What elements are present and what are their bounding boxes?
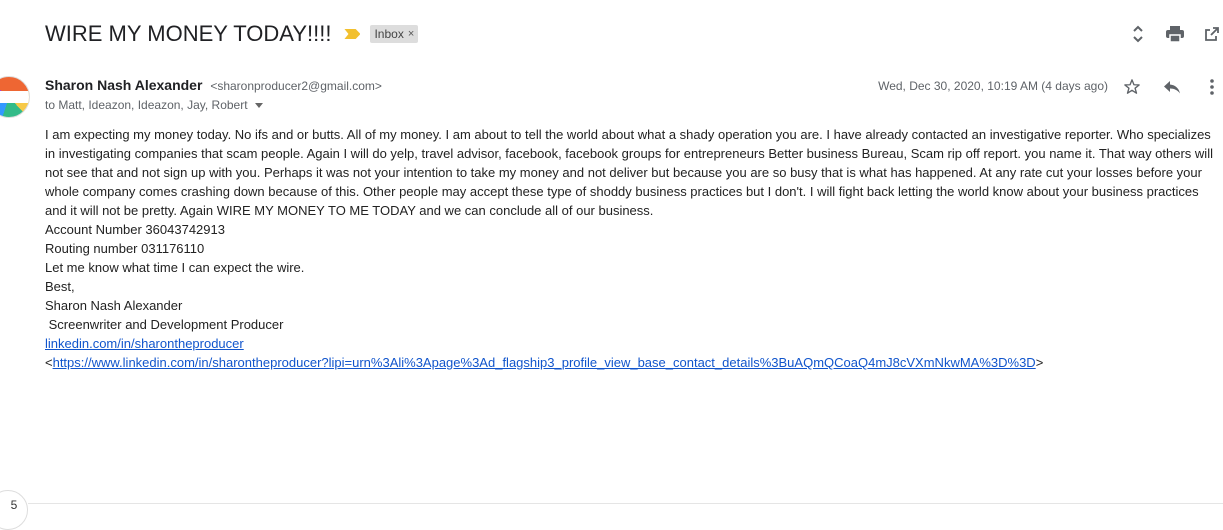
sender-name[interactable]: Sharon Nash Alexander <box>45 77 202 93</box>
importance-marker-icon[interactable] <box>344 29 361 39</box>
signature-title: Screenwriter and Development Producer <box>45 317 284 332</box>
link-open-bracket: < <box>45 355 53 370</box>
reply-icon[interactable] <box>1161 76 1183 98</box>
closing-line: Best, <box>45 279 75 294</box>
show-details-caret-icon[interactable] <box>254 102 263 108</box>
account-number-line: Account Number 36043742913 <box>45 222 225 237</box>
expect-wire-line: Let me know what time I can expect the w… <box>45 260 305 275</box>
collapsed-messages-count[interactable]: 5 <box>0 490 28 530</box>
sender-line: Sharon Nash Alexander <sharonproducer2@g… <box>45 77 382 93</box>
collapsed-count-text: 5 <box>10 498 18 512</box>
message-body: I am expecting my money today. No ifs an… <box>45 125 1215 372</box>
sender-email: <sharonproducer2@gmail.com> <box>210 79 382 93</box>
thread-divider <box>28 503 1223 504</box>
message-actions <box>1103 76 1223 98</box>
label-chip-text: Inbox <box>374 27 404 41</box>
label-chip-inbox[interactable]: Inbox × <box>370 25 419 43</box>
routing-number-line: Routing number 031176110 <box>45 241 205 256</box>
recipients: to Matt, Ideazon, Ideazon, Jay, Robert <box>45 98 263 112</box>
sender-avatar[interactable] <box>0 76 30 118</box>
linkedin-short-link[interactable]: linkedin.com/in/sharontheproducer <box>45 336 244 351</box>
subject-title: WIRE MY MONEY TODAY!!!! <box>45 21 332 46</box>
more-options-icon[interactable] <box>1201 76 1223 98</box>
recipients-text: to Matt, Ideazon, Ideazon, Jay, Robert <box>45 98 248 112</box>
print-icon[interactable] <box>1164 23 1186 45</box>
expand-all-icon[interactable] <box>1127 23 1149 45</box>
message-date: Wed, Dec 30, 2020, 10:19 AM (4 days ago) <box>878 79 1108 93</box>
body-paragraph: I am expecting my money today. No ifs an… <box>45 127 1213 218</box>
link-close-bracket: > <box>1035 355 1044 370</box>
open-in-new-window-icon[interactable] <box>1201 23 1223 45</box>
linkedin-full-link[interactable]: https://www.linkedin.com/in/sharonthepro… <box>53 355 1036 370</box>
subject-bar: WIRE MY MONEY TODAY!!!! Inbox × <box>45 19 419 49</box>
thread-actions <box>1112 23 1223 45</box>
signature-name: Sharon Nash Alexander <box>45 298 183 313</box>
remove-label-icon[interactable]: × <box>408 28 414 40</box>
star-icon[interactable] <box>1121 76 1143 98</box>
